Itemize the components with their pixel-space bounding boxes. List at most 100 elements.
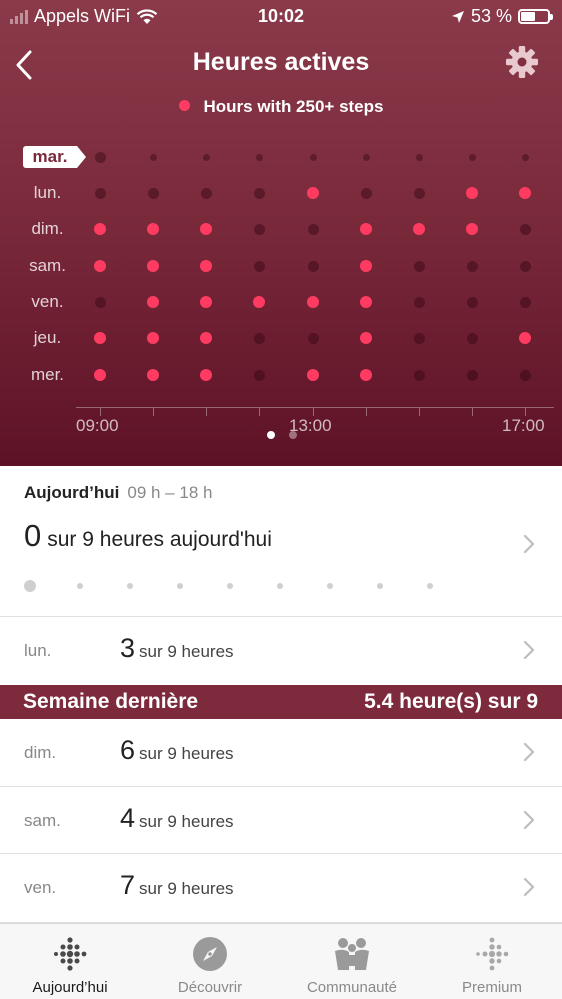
row-day: dim.: [24, 743, 57, 762]
legend-label: Hours with 250+ steps: [203, 97, 384, 116]
axis-label: 09:00: [76, 416, 119, 435]
active-hour-dot: [147, 369, 159, 381]
page-dot[interactable]: [289, 431, 297, 439]
inactive-hour-dot: [466, 296, 478, 308]
row-count: 6: [120, 735, 136, 765]
tab-premium[interactable]: Premium: [422, 924, 562, 999]
active-hours-header: Appels WiFi 10:02 53 % Heures actives Ho…: [0, 0, 562, 466]
inactive-hour-dot: [519, 296, 531, 308]
day-label: ven.: [31, 292, 64, 311]
today-text: sur 9 heures aujourd'hui: [47, 528, 272, 551]
inactive-hour-dot: [200, 187, 212, 199]
inactive-hour-dot: [415, 153, 423, 161]
page-indicator[interactable]: [267, 431, 297, 439]
active-hour-dot: [147, 296, 159, 308]
inactive-hour-dot: [466, 369, 478, 381]
inactive-hour-dot: [519, 223, 531, 235]
inactive-hour-dot: [468, 153, 476, 161]
battery-icon: [518, 9, 553, 24]
active-hour-dot: [519, 187, 531, 199]
hour-dot: [227, 583, 233, 589]
active-hour-dot: [360, 223, 372, 235]
inactive-hour-dot: [521, 153, 529, 161]
chevron-right-icon[interactable]: [522, 876, 536, 898]
tab-label: Découvrir: [177, 979, 243, 996]
row-text: sur 9 heures: [139, 744, 234, 763]
inactive-hour-dot: [94, 296, 106, 308]
day-row[interactable]: ven. 7 sur 9 heures: [0, 853, 562, 923]
compass-icon: [193, 937, 227, 971]
today-hour-dots: [24, 580, 444, 594]
row-count: 7: [120, 870, 136, 900]
inactive-hour-dot: [519, 369, 531, 381]
today-range: 09 h – 18 h: [127, 483, 213, 502]
inactive-hour-dot: [307, 332, 319, 344]
active-hour-dot: [360, 260, 372, 272]
inactive-hour-dot: [253, 223, 265, 235]
status-bar: Appels WiFi 10:02 53 %: [0, 0, 562, 32]
row-value: 7 sur 9 heures: [120, 870, 234, 901]
page-dot[interactable]: [267, 431, 275, 439]
location-arrow-icon: [451, 10, 464, 23]
active-hour-dot: [307, 369, 319, 381]
day-label: jeu.: [33, 328, 62, 347]
active-hour-dot: [466, 223, 478, 235]
chevron-right-icon[interactable]: [522, 533, 536, 555]
today-label: Aujourd’hui: [24, 483, 120, 502]
battery-percent: 53 %: [470, 6, 512, 26]
tab-discover[interactable]: Découvrir: [140, 924, 280, 999]
chevron-right-icon[interactable]: [522, 741, 536, 763]
tab-label: Communauté: [306, 979, 398, 996]
inactive-hour-dot: [307, 223, 319, 235]
hour-dot: [77, 583, 83, 589]
inactive-hour-dot: [413, 187, 425, 199]
day-label: sam.: [29, 256, 66, 275]
fitbit-dots-icon: [54, 937, 87, 971]
active-hour-dot: [360, 296, 372, 308]
today-section[interactable]: Aujourd’hui 09 h – 18 h 0 sur 9 heures auj…: [0, 466, 562, 616]
active-hour-dot: [360, 332, 372, 344]
active-hour-dot: [147, 260, 159, 272]
inactive-hour-dot: [362, 153, 370, 161]
inactive-hour-dot: [360, 187, 372, 199]
inactive-hour-dot: [94, 151, 106, 163]
chevron-right-icon[interactable]: [522, 809, 536, 831]
day-row[interactable]: dim. 6 sur 9 heures: [0, 719, 562, 786]
active-hour-dot: [200, 296, 212, 308]
row-text: sur 9 heures: [139, 642, 234, 661]
row-value: 6 sur 9 heures: [120, 735, 234, 766]
day-label: mar.: [23, 146, 86, 168]
last-week-summary: 5.4 heure(s) sur 9: [364, 690, 538, 713]
inactive-hour-dot: [253, 369, 265, 381]
active-hour-dot: [413, 223, 425, 235]
active-hour-dot: [200, 223, 212, 235]
active-hour-dot: [307, 187, 319, 199]
settings-button[interactable]: [504, 44, 540, 80]
row-day: ven.: [24, 878, 57, 897]
row-count: 4: [120, 803, 136, 833]
today-count: 0: [24, 518, 42, 553]
tab-bar: Aujourd’hui Découvrir Communauté Premium: [0, 923, 562, 999]
row-day: lun.: [24, 641, 52, 660]
chevron-right-icon[interactable]: [522, 639, 536, 661]
tab-today[interactable]: Aujourd’hui: [0, 924, 140, 999]
axis-tick: [313, 408, 314, 416]
gear-icon: [506, 46, 538, 78]
row-value: 4 sur 9 heures: [120, 803, 234, 834]
active-hour-dot: [94, 260, 106, 272]
active-hour-dot: [200, 369, 212, 381]
day-row[interactable]: sam. 4 sur 9 heures: [0, 786, 562, 853]
day-row-yesterday[interactable]: lun. 3 sur 9 heures: [0, 616, 562, 683]
inactive-hour-dot: [94, 187, 106, 199]
day-label: lun.: [33, 183, 62, 202]
axis-tick: [206, 408, 207, 416]
inactive-hour-dot: [413, 332, 425, 344]
inactive-hour-dot: [466, 260, 478, 272]
legend: Hours with 250+ steps: [0, 97, 562, 117]
inactive-hour-dot: [413, 369, 425, 381]
last-week-title: Semaine dernière: [23, 690, 199, 713]
active-hour-dot: [360, 369, 372, 381]
active-hour-dot: [94, 332, 106, 344]
hour-dot: [127, 583, 133, 589]
tab-community[interactable]: Communauté: [282, 924, 422, 999]
